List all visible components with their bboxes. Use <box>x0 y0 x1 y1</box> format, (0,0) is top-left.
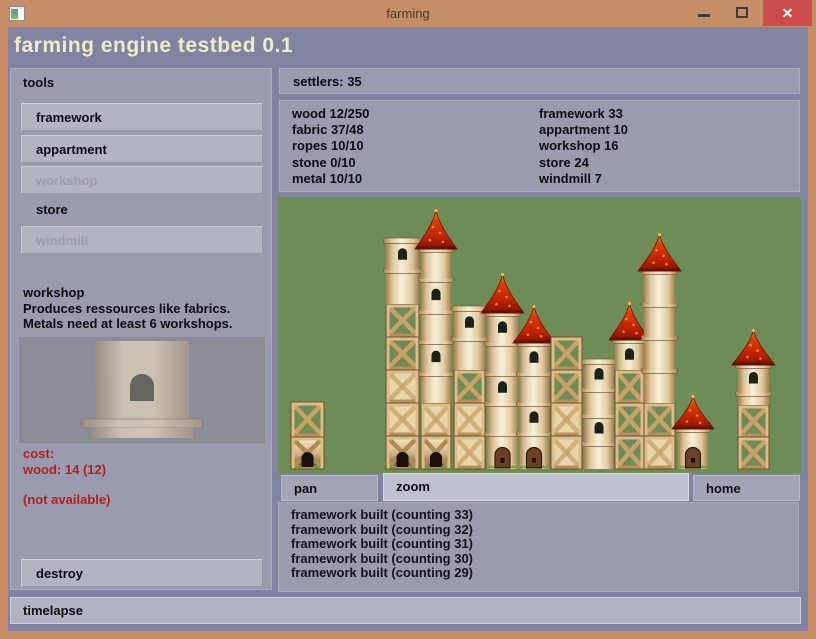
close-button[interactable]: ✕ <box>763 0 812 26</box>
tool-button-windmill[interactable]: windmill <box>21 226 263 254</box>
tool-description-line: Produces ressources like fabrics. <box>23 301 267 317</box>
resources-panel: wood 12/250 fabric 37/48 ropes 10/10 sto… <box>279 100 800 192</box>
log-line: framework built (counting 29) <box>291 566 473 581</box>
app-window: farming ✕ farming engine testbed 0.1 too… <box>0 0 816 639</box>
building-count-item: workshop 16 <box>539 138 628 154</box>
page-title: farming engine testbed 0.1 <box>14 34 293 58</box>
tool-button-appartment[interactable]: appartment <box>21 135 263 163</box>
resource-item: ropes 10/10 <box>292 138 369 154</box>
tool-button-workshop[interactable]: workshop <box>21 166 263 194</box>
building-count-item: store 24 <box>539 155 628 171</box>
resource-item: metal 10/10 <box>292 171 369 187</box>
build-log-panel: framework built (counting 33) framework … <box>278 502 799 592</box>
tool-description-title: workshop <box>23 285 267 301</box>
resource-item: fabric 37/48 <box>292 122 369 138</box>
resource-item: stone 0/10 <box>292 155 369 171</box>
building-count-item: windmill 7 <box>539 171 628 187</box>
zoom-button[interactable]: zoom <box>383 473 689 501</box>
game-viewport[interactable] <box>278 197 801 473</box>
building-count-item: framework 33 <box>539 106 628 122</box>
settlers-status: settlers: 35 <box>279 68 800 94</box>
maximize-icon <box>736 7 748 18</box>
cost-info: cost: wood: 14 (12) (not available) <box>23 446 110 508</box>
resource-item: wood 12/250 <box>292 106 369 122</box>
destroy-button[interactable]: destroy <box>21 559 263 587</box>
window-content: farming engine testbed 0.1 tools framewo… <box>8 27 808 631</box>
tools-sidebar: tools framework appartment workshop stor… <box>10 68 272 590</box>
minimize-button[interactable] <box>688 0 722 26</box>
cost-availability: (not available) <box>23 492 110 508</box>
log-line: framework built (counting 30) <box>291 552 473 567</box>
timelapse-button[interactable]: timelapse <box>10 597 801 624</box>
log-line: framework built (counting 33) <box>291 508 473 523</box>
tool-description-line: Metals need at least 6 workshops. <box>23 316 267 332</box>
tool-button-store[interactable]: store <box>21 195 263 223</box>
maximize-button[interactable] <box>726 0 760 26</box>
log-line: framework built (counting 32) <box>291 523 473 538</box>
cost-label: cost: <box>23 446 110 462</box>
resource-list: wood 12/250 fabric 37/48 ropes 10/10 sto… <box>292 106 369 187</box>
minimize-icon <box>698 14 710 17</box>
tool-button-framework[interactable]: framework <box>21 103 263 131</box>
cost-wood: wood: 14 (12) <box>23 462 110 478</box>
building-preview-image <box>19 337 265 443</box>
pan-button[interactable]: pan <box>281 475 378 501</box>
tool-description: workshop Produces ressources like fabric… <box>23 285 267 332</box>
building-count-item: appartment 10 <box>539 122 628 138</box>
title-bar: farming ✕ <box>0 0 816 27</box>
home-button[interactable]: home <box>693 475 800 501</box>
tools-label: tools <box>23 75 54 90</box>
log-line: framework built (counting 31) <box>291 537 473 552</box>
building-count-list: framework 33 appartment 10 workshop 16 s… <box>539 106 628 187</box>
